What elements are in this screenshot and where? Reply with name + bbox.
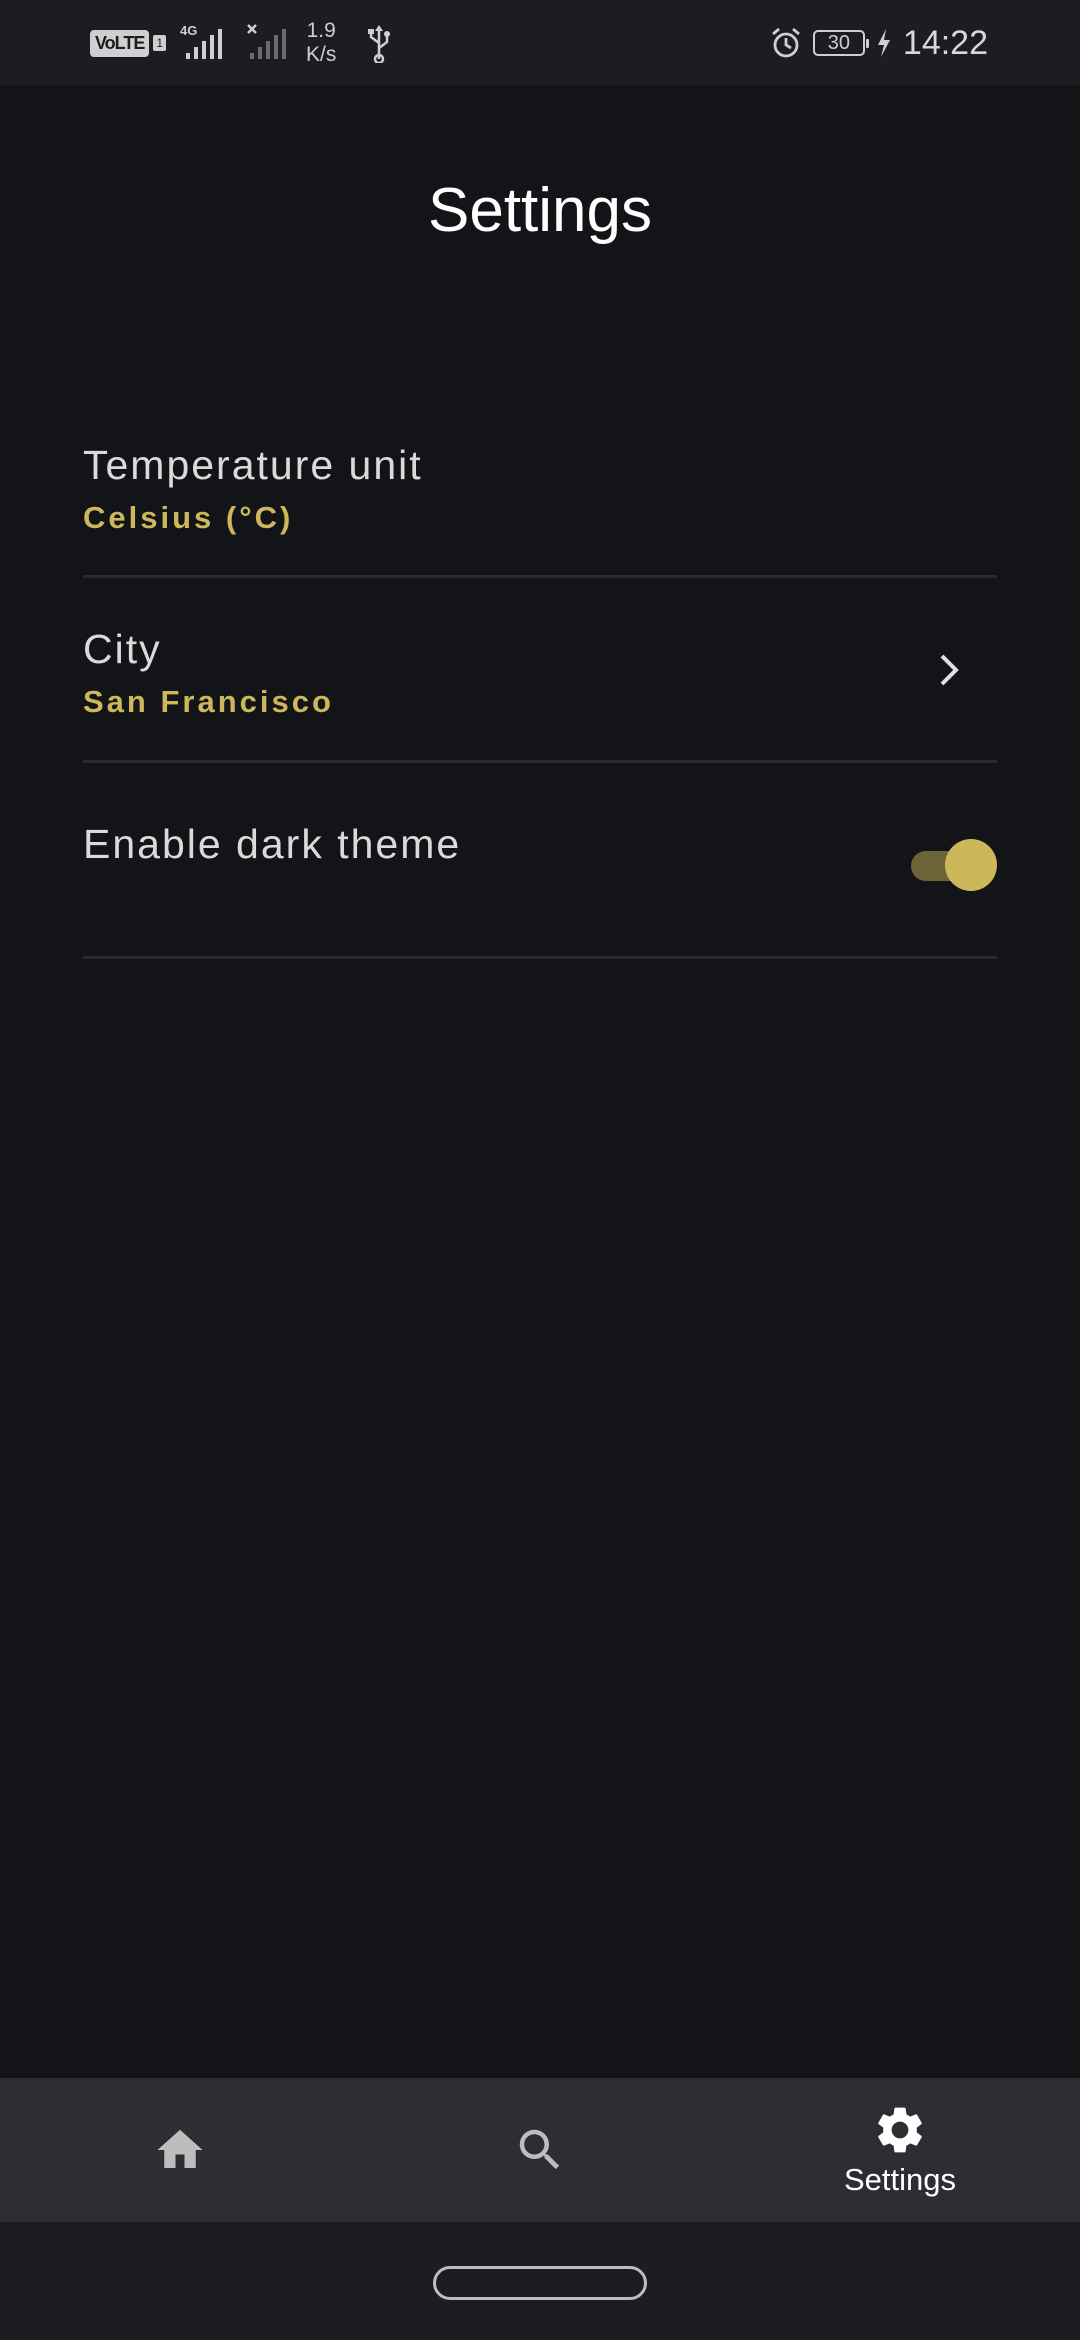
toggle-thumb (945, 839, 997, 891)
home-gesture-pill[interactable] (433, 2266, 647, 2300)
setting-subtitle: Celsius (°C) (83, 500, 294, 535)
charging-icon (877, 29, 890, 57)
search-icon (519, 2129, 560, 2170)
settings-screen: VoLTE 1 4G 1.9 K/s 30 14:22 Settings Tem… (0, 0, 1080, 2340)
dark-theme-toggle[interactable] (907, 837, 997, 893)
speed-value: 1.9 (306, 19, 336, 42)
alarm-icon (772, 27, 800, 58)
system-navigation-bar (0, 2222, 1080, 2340)
battery-level: 30 (827, 31, 851, 54)
gear-icon (878, 2107, 922, 2153)
setting-title: City (83, 626, 162, 672)
status-bar-left: VoLTE 1 4G 1.9 K/s (90, 18, 394, 68)
speed-unit: K/s (306, 43, 337, 66)
page-title: Settings (427, 176, 653, 245)
setting-subtitle: San Francisco (83, 684, 334, 719)
nav-settings-label: Settings (843, 2162, 956, 2197)
home-icon (157, 2129, 203, 2168)
chevron-right-icon (940, 654, 959, 686)
battery-icon: 30 (812, 30, 869, 56)
no-signal-icon (247, 24, 287, 59)
setting-city[interactable]: City San Francisco (83, 578, 997, 763)
setting-title: Enable dark theme (83, 821, 462, 867)
usb-icon (368, 25, 391, 63)
setting-dark-theme[interactable]: Enable dark theme (83, 763, 997, 959)
network-speed: 1.9 K/s (306, 19, 336, 67)
status-bar: VoLTE 1 4G 1.9 K/s 30 14:22 (0, 0, 1080, 86)
setting-title: Temperature unit (83, 442, 423, 488)
nav-search[interactable] (360, 2078, 720, 2222)
signal-icon: 4G (180, 23, 223, 59)
status-bar-right: 30 14:22 (769, 18, 988, 68)
setting-temperature-unit[interactable]: Temperature unit Celsius (°C) (83, 410, 997, 578)
volte-icon: VoLTE (90, 29, 150, 57)
nav-home[interactable] (0, 2078, 360, 2222)
bottom-navigation: Settings (0, 2078, 1080, 2222)
network-type: 4G (180, 23, 197, 38)
sim-number: 1 (153, 35, 167, 51)
nav-settings[interactable]: Settings (720, 2078, 1080, 2222)
clock: 14:22 (902, 23, 988, 62)
